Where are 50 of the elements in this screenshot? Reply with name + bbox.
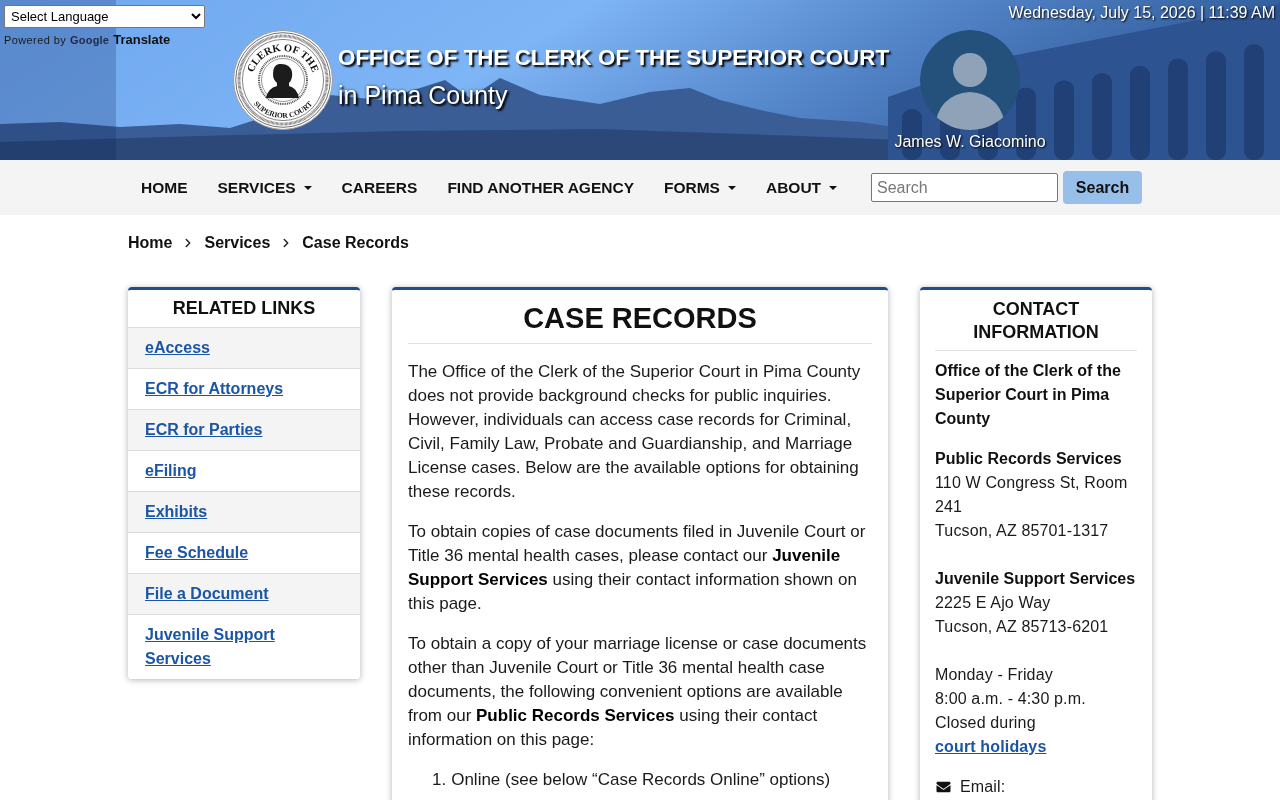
office-heading: Juvenile Support Services	[935, 569, 1137, 589]
address-line: Tucson, AZ 85713-6201	[935, 617, 1110, 637]
body-paragraph: To obtain a copy of your marriage license or case documents other than Juvenile Court or Title 36 mental health case documents, the following convenient options are available from our Public Records Services using their contact information on this page:	[408, 633, 868, 751]
list-number: 1.	[432, 769, 447, 791]
body-paragraph: To obtain copies of case documents filed in Juvenile Court or Title 36 mental health cases, please contact our Juvenile Support Services using their contact information shown on this page.	[408, 521, 867, 615]
google-logo-text: Google	[70, 34, 110, 46]
address-line: 2225 E Ajo Way	[935, 593, 1052, 613]
body-paragraph: The Office of the Clerk of the Superior Court in Pima County does not provide background checks for public inquiries. However, individuals can access case records for Criminal, Civil, Family Law, Probate and Guardianship, and Marriage License cases. Below are the available options for obtaining these records.	[408, 361, 862, 503]
card-heading: RELATED LINKS	[171, 297, 317, 320]
language-select[interactable]: Select Language	[4, 5, 205, 28]
hours-line: 8:00 a.m. - 4:30 p.m.	[935, 689, 1087, 709]
address-line: Tucson, AZ 85701-1317	[935, 521, 1110, 541]
nav-dropdown-link[interactable]: ABOUT	[750, 178, 853, 197]
search-field[interactable]: Search	[871, 173, 1058, 202]
nav-dropdown-link[interactable]: FORMS	[649, 178, 751, 197]
breadcrumb-link[interactable]: Services	[204, 231, 271, 255]
list-item-text: Online (see below “Case Records Online” options)	[451, 769, 831, 791]
card-heading: CONTACT INFORMATION	[972, 298, 1100, 344]
breadcrumb-link[interactable]: Home	[128, 231, 173, 255]
site-title: OFFICE OF THE CLERK OF THE SUPERIOR COURT	[338, 44, 890, 72]
nav-link[interactable]: HOME	[128, 178, 203, 197]
powered-by-text: Powered by	[4, 34, 67, 46]
office-heading: Public Records Services	[935, 449, 1123, 469]
envelope-icon	[935, 780, 952, 794]
official-name: James W. Giacomino	[894, 133, 1046, 151]
nav-dropdown-link[interactable]: SERVICES	[202, 178, 327, 197]
related-link[interactable]: ECR for Parties	[128, 409, 360, 450]
translate-text: Translate	[113, 32, 171, 47]
court-holidays-link[interactable]: court holidays	[935, 738, 1047, 755]
hours-line: Monday - Friday	[935, 665, 1054, 685]
date-time-text: Wednesday, July 15, 2026 | 11:39 AM	[1008, 3, 1275, 23]
related-link[interactable]: Fee Schedule	[128, 532, 360, 573]
caret-icon	[829, 185, 838, 190]
related-link[interactable]: ECR for Attorneys	[128, 368, 360, 409]
related-link[interactable]: File a Document	[128, 573, 360, 614]
nav-link[interactable]: FIND ANOTHER AGENCY	[432, 178, 649, 197]
related-link[interactable]: Exhibits	[128, 491, 360, 532]
caret-icon	[727, 185, 736, 190]
email-label: Email:	[960, 777, 1006, 797]
search-button[interactable]: Search	[1063, 171, 1142, 204]
nav-link[interactable]: CAREERS	[326, 178, 433, 197]
closed-notice: Closed during court holidays	[935, 713, 1048, 757]
page-heading: CASE RECORDS	[523, 301, 757, 336]
address-line: 110 W Congress St, Room 241	[935, 473, 1129, 517]
related-link[interactable]: Juvenile Support Services	[128, 614, 360, 679]
office-name: Office of the Clerk of the Superior Court in Pima County	[935, 361, 1122, 429]
related-link[interactable]: eAccess	[128, 327, 360, 368]
caret-icon	[303, 185, 312, 190]
related-link[interactable]: eFiling	[128, 450, 360, 491]
current-page-label: Case Records	[302, 233, 409, 253]
